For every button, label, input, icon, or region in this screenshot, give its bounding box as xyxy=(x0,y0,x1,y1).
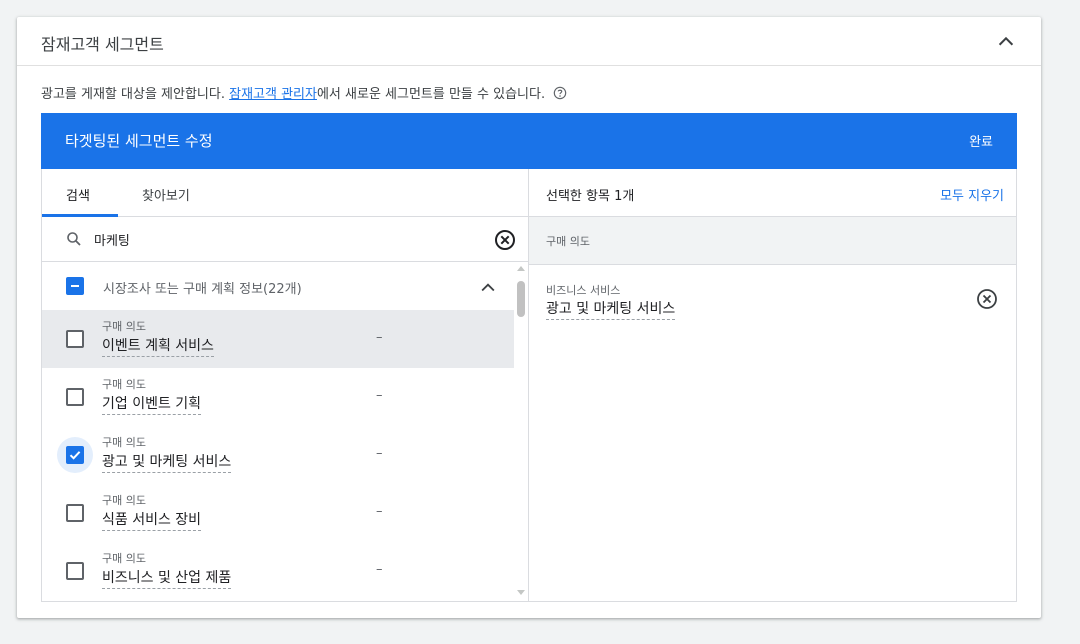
list-item[interactable]: 구매 의도 광고 및 마케팅 서비스 – xyxy=(42,426,514,484)
list-item[interactable]: 구매 의도 기업 이벤트 기획 – xyxy=(42,368,514,426)
selected-group-label: 구매 의도 xyxy=(546,235,590,248)
item-reach: – xyxy=(376,330,383,345)
group-checkbox[interactable] xyxy=(66,277,84,295)
item-reach: – xyxy=(376,388,383,403)
audience-segments-card: 잠재고객 세그먼트 광고를 게재할 대상을 제안합니다. 잠재고객 관리자에서 … xyxy=(17,17,1041,618)
selected-item-name: 광고 및 마케팅 서비스 xyxy=(546,301,676,320)
card-title: 잠재고객 세그먼트 xyxy=(41,35,164,54)
item-checkbox[interactable] xyxy=(66,446,84,464)
item-category: 구매 의도 xyxy=(102,320,146,333)
chevron-up-icon[interactable] xyxy=(995,31,1017,53)
item-checkbox[interactable] xyxy=(66,388,84,406)
selected-item: 비즈니스 서비스 광고 및 마케팅 서비스 xyxy=(529,265,1016,335)
category-group-row[interactable]: 시장조사 또는 구매 계획 정보(22개) xyxy=(42,262,514,310)
search-input[interactable] xyxy=(92,227,476,251)
item-name: 기업 이벤트 기획 xyxy=(102,396,202,415)
list-item[interactable]: 구매 의도 이벤트 계획 서비스 – xyxy=(42,310,514,368)
audience-manager-link[interactable]: 잠재고객 관리자 xyxy=(229,87,317,102)
help-icon[interactable] xyxy=(553,86,567,100)
item-checkbox[interactable] xyxy=(66,504,84,522)
item-checkbox[interactable] xyxy=(66,562,84,580)
scroll-up-arrow[interactable] xyxy=(517,266,525,271)
scroll-thumb[interactable] xyxy=(517,281,525,317)
clear-all-button[interactable]: 모두 지우기 xyxy=(940,185,1004,204)
item-category: 구매 의도 xyxy=(102,378,146,391)
selected-panel: 선택한 항목 1개 모두 지우기 구매 의도 비즈니스 서비스 광고 및 마케팅… xyxy=(529,169,1016,601)
minus-icon xyxy=(71,285,79,287)
item-name: 비즈니스 및 산업 제품 xyxy=(102,570,232,589)
search-panel: 검색 찾아보기 마케팅 시장조사 또는 구매 계획 정보(22개) 구매 의도 … xyxy=(42,169,529,601)
selected-count: 선택한 항목 1개 xyxy=(546,189,635,204)
tab-browse[interactable]: 찾아보기 xyxy=(142,185,190,204)
selected-item-category: 비즈니스 서비스 xyxy=(546,284,621,297)
list-scrollbar[interactable] xyxy=(514,262,528,601)
item-name: 이벤트 계획 서비스 xyxy=(102,338,214,357)
item-checkbox[interactable] xyxy=(66,330,84,348)
group-label: 시장조사 또는 구매 계획 정보(22개) xyxy=(103,282,302,297)
editor-title: 타겟팅된 세그먼트 수정 xyxy=(65,132,213,150)
selected-header: 선택한 항목 1개 모두 지우기 xyxy=(529,169,1016,217)
tab-search[interactable]: 검색 xyxy=(66,185,90,204)
description-text: 광고를 게재할 대상을 제안합니다. xyxy=(41,87,230,102)
tab-bar: 검색 찾아보기 xyxy=(42,169,528,217)
editor-header-bar: 타겟팅된 세그먼트 수정 완료 xyxy=(41,113,1017,169)
item-name: 광고 및 마케팅 서비스 xyxy=(102,454,232,473)
result-list: 시장조사 또는 구매 계획 정보(22개) 구매 의도 이벤트 계획 서비스 –… xyxy=(42,262,514,601)
search-icon xyxy=(67,232,81,246)
item-name: 식품 서비스 장비 xyxy=(102,512,202,531)
done-button[interactable]: 완료 xyxy=(969,131,993,150)
segment-editor-panel: 검색 찾아보기 마케팅 시장조사 또는 구매 계획 정보(22개) 구매 의도 … xyxy=(41,169,1017,602)
item-category: 구매 의도 xyxy=(102,494,146,507)
item-reach: – xyxy=(376,504,383,519)
scroll-down-arrow[interactable] xyxy=(517,590,525,595)
card-header: 잠재고객 세그먼트 xyxy=(17,17,1041,66)
list-item[interactable]: 구매 의도 비즈니스 및 산업 제품 – xyxy=(42,542,514,600)
list-item[interactable]: 구매 의도 식품 서비스 장비 – xyxy=(42,484,514,542)
item-category: 구매 의도 xyxy=(102,436,146,449)
description-text-end: 에서 새로운 세그먼트를 만들 수 있습니다. xyxy=(316,87,546,102)
description: 광고를 게재할 대상을 제안합니다. 잠재고객 관리자에서 새로운 세그먼트를 … xyxy=(41,83,567,102)
item-reach: – xyxy=(376,562,383,577)
clear-search-icon[interactable] xyxy=(494,229,516,251)
chevron-up-icon[interactable] xyxy=(478,278,498,298)
check-icon xyxy=(69,451,81,460)
item-category: 구매 의도 xyxy=(102,552,146,565)
remove-icon[interactable] xyxy=(976,288,998,310)
selected-group-header: 구매 의도 xyxy=(529,217,1016,265)
item-reach: – xyxy=(376,446,383,461)
search-bar xyxy=(42,217,528,262)
